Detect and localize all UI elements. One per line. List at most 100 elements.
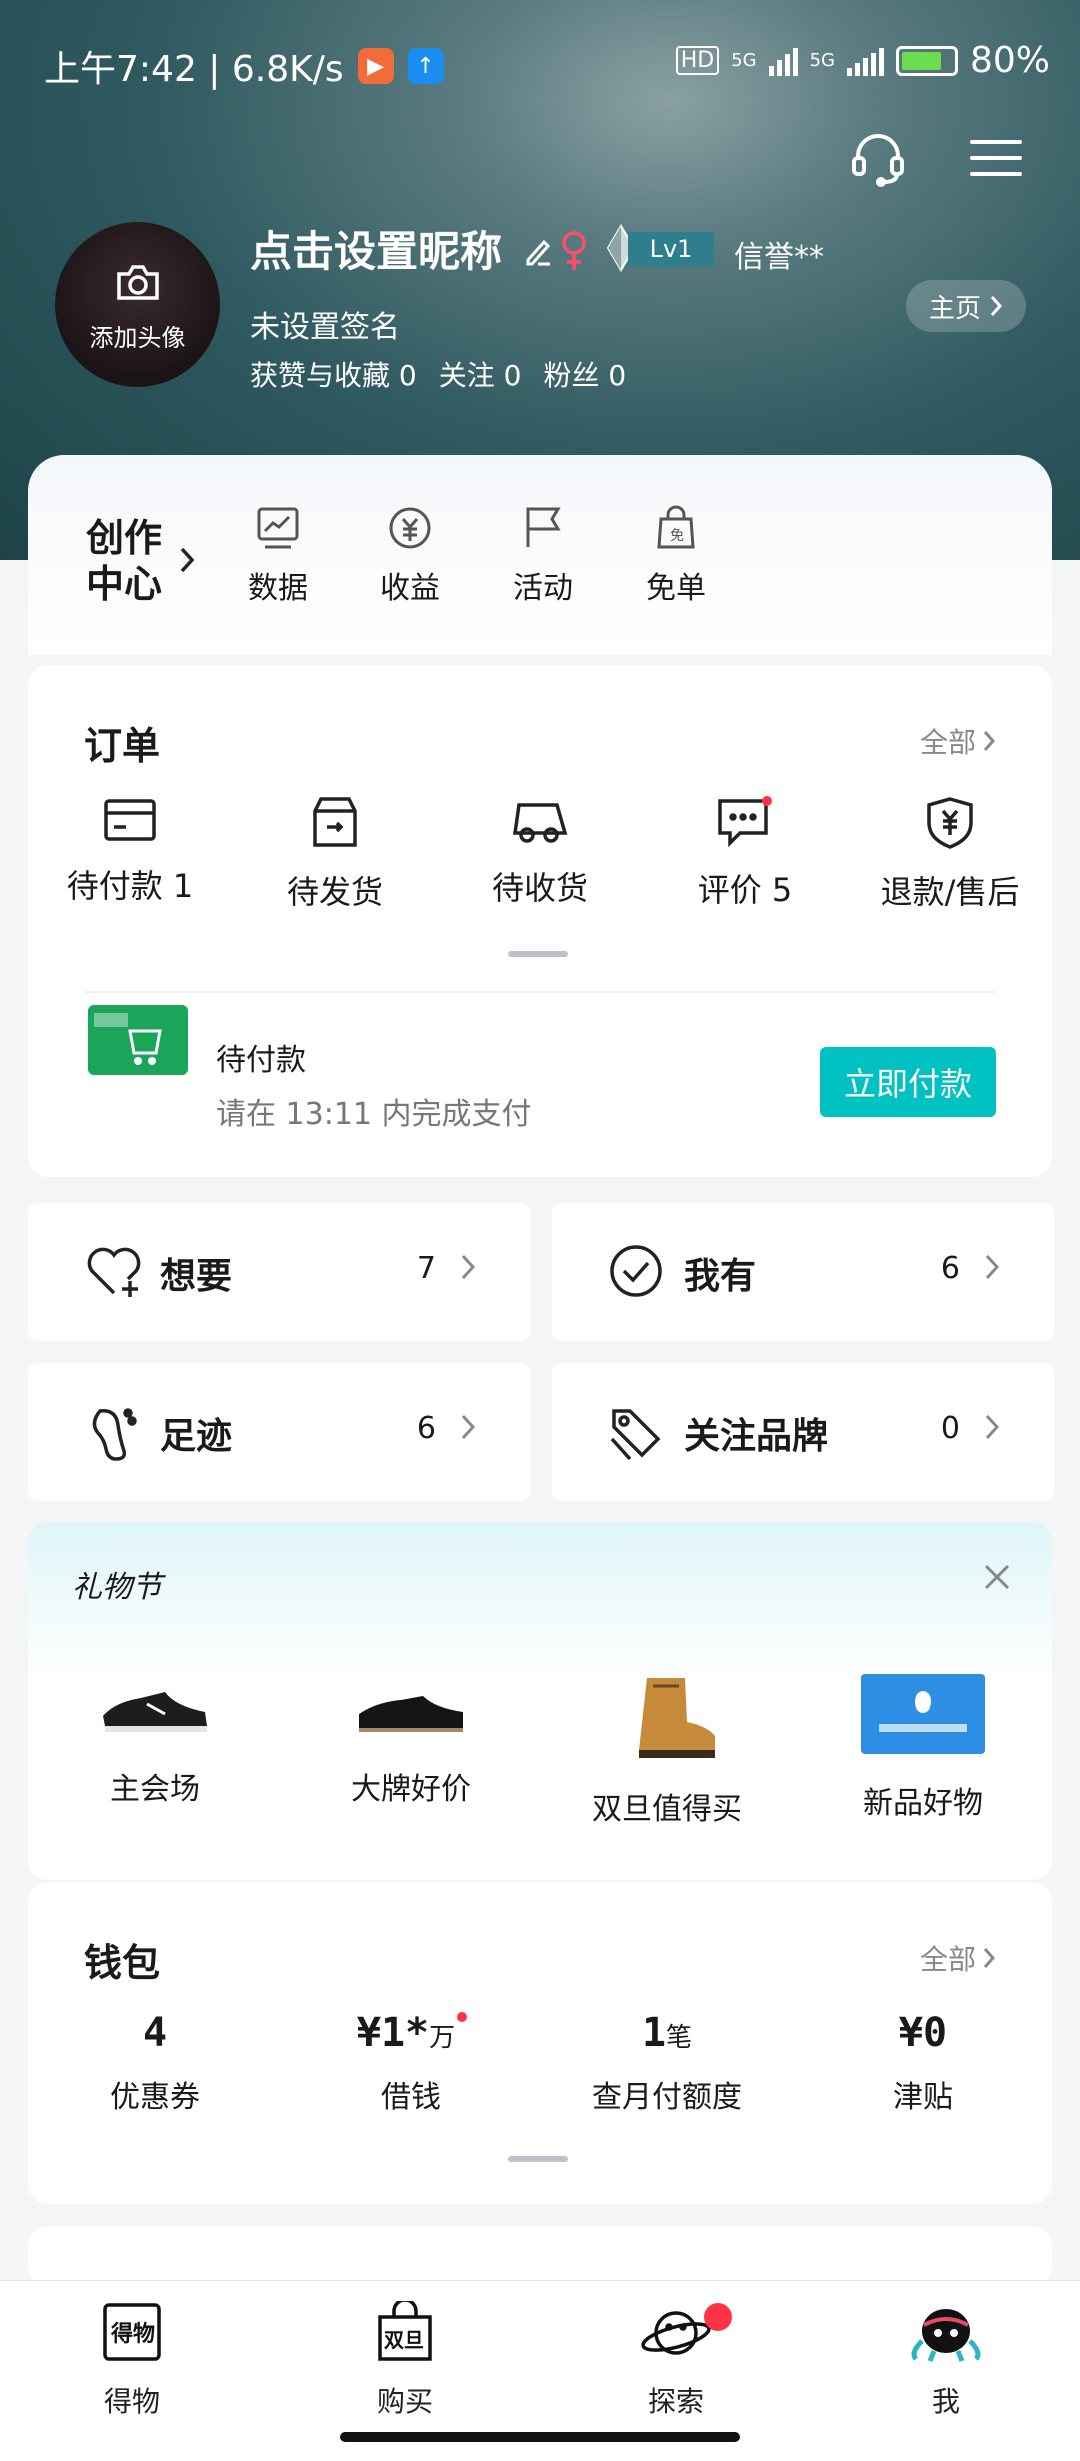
network2-label: 5G — [809, 50, 835, 71]
order-review[interactable]: 评价 5 — [660, 795, 830, 911]
chevron-right-icon — [985, 1414, 1000, 1440]
gift-item-new[interactable]: 新品好物 — [823, 1672, 1023, 1822]
box-icon — [313, 797, 357, 847]
home-button[interactable]: 主页 — [906, 280, 1026, 332]
shortcut-label: 关注品牌 — [684, 1416, 829, 1457]
nickname[interactable]: 点击设置昵称 — [250, 218, 502, 279]
stat-likes[interactable]: 获赞与收藏 0 — [250, 354, 417, 394]
shortcut-brands[interactable]: 关注品牌 0 — [552, 1363, 1054, 1501]
planet-icon — [641, 2311, 711, 2355]
tab-dewu[interactable]: 得物 得物 — [52, 2301, 212, 2420]
order-item-label: 退款/售后 — [880, 873, 1020, 911]
shortcut-count: 6 — [416, 1411, 436, 1446]
orders-title: 订单 — [84, 724, 161, 768]
svg-text:免: 免 — [670, 528, 684, 544]
pending-product-thumbnail[interactable] — [88, 1005, 188, 1075]
wallet-unit: 万 — [429, 2023, 456, 2053]
tab-me[interactable]: 我 — [866, 2301, 1026, 2420]
shopping-bag-icon: 双旦 — [378, 2298, 432, 2361]
shortcut-count: 0 — [940, 1411, 960, 1446]
wallet-label: 津贴 — [893, 2080, 953, 2115]
stat-follow[interactable]: 关注 0 — [439, 354, 522, 394]
shortcut-wishlist[interactable]: 想要 7 — [28, 1203, 530, 1341]
customer-service-icon[interactable] — [848, 128, 908, 188]
close-icon[interactable] — [982, 1562, 1012, 1592]
gift-festival-card: 礼物节 主会场 大牌好价 双旦值得买 新品好物 — [28, 1522, 1052, 1880]
profile-stats: 获赞与收藏 0 关注 0 粉丝 0 — [250, 354, 626, 394]
shield-yuan-icon — [927, 797, 973, 849]
upload-app-icon: ↑ — [407, 48, 444, 84]
truck-icon — [512, 803, 568, 843]
orders-all-label: 全部 — [919, 726, 976, 759]
gift-item-label: 大牌好价 — [351, 1772, 471, 1807]
stat-fans-label: 粉丝 — [543, 359, 600, 392]
black-shoe-image — [359, 1696, 463, 1732]
black-sneaker-image — [103, 1692, 207, 1732]
wallet-value: ¥1* — [356, 2010, 430, 2056]
edit-icon[interactable] — [524, 236, 552, 266]
tab-label: 我 — [931, 2385, 960, 2418]
tab-buy[interactable]: 双旦 购买 — [325, 2298, 485, 2420]
wallet-unit: 笔 — [666, 2023, 693, 2053]
next-section-card — [28, 2226, 1052, 2286]
heart-plus-icon — [87, 1247, 141, 1297]
gift-item-label: 新品好物 — [863, 1786, 983, 1821]
stat-likes-label: 获赞与收藏 — [250, 359, 391, 392]
order-refund[interactable]: 退款/售后 — [865, 795, 1035, 913]
wallet-label: 借钱 — [381, 2080, 441, 2115]
chevron-right-icon — [990, 296, 1003, 316]
tab-explore[interactable]: 探索 — [596, 2301, 756, 2420]
shortcut-label: 我有 — [684, 1256, 757, 1297]
shortcut-footprint[interactable]: 足迹 6 — [28, 1363, 530, 1501]
shopping-cart-icon — [94, 1013, 162, 1065]
chevron-right-icon[interactable] — [178, 545, 196, 575]
shortcut-owned[interactable]: 我有 6 — [552, 1203, 1054, 1341]
svg-text:双旦: 双旦 — [384, 2328, 424, 2352]
wallet-borrow[interactable]: ¥1*万 借钱 — [311, 2010, 511, 2116]
order-pending-payment[interactable]: 待付款 1 — [45, 795, 215, 907]
pay-now-button[interactable]: 立即付款 — [820, 1047, 996, 1117]
status-time-speed: 上午7:42 | 6.8K/s — [44, 49, 344, 90]
creator-item-earnings[interactable]: 收益 — [350, 505, 470, 607]
avatar[interactable]: 添加头像 — [55, 222, 220, 387]
wallet-allowance[interactable]: ¥0 津贴 — [823, 2010, 1023, 2116]
gift-festival-logo: 礼物节 — [72, 1570, 162, 1605]
wallet-all-link[interactable]: 全部 — [920, 1938, 996, 1978]
creator-item-activity[interactable]: 活动 — [483, 505, 603, 607]
order-item-label: 评价 5 — [697, 871, 793, 909]
creator-item-free[interactable]: 免 免单 — [616, 505, 736, 607]
home-button-label: 主页 — [928, 293, 981, 324]
creator-item-label: 免单 — [646, 571, 706, 606]
svg-text:得物: 得物 — [110, 2321, 155, 2347]
home-indicator — [340, 2432, 740, 2442]
stat-fans[interactable]: 粉丝 0 — [544, 354, 627, 394]
signature[interactable]: 未设置签名 — [250, 302, 400, 346]
stat-follow-value: 0 — [503, 359, 522, 392]
add-avatar-label: 添加头像 — [89, 324, 186, 352]
wallet-coupons[interactable]: 4 优惠券 — [55, 2010, 255, 2116]
gift-item-brand-deals[interactable]: 大牌好价 — [311, 1672, 511, 1808]
wallet-monthly-pay[interactable]: 1笔 查月付额度 — [567, 2010, 767, 2116]
order-item-label: 待收货 — [491, 869, 588, 907]
creator-center-title[interactable]: 创作中心 — [86, 515, 166, 607]
stat-follow-label: 关注 — [438, 359, 495, 392]
order-item-label: 待发货 — [286, 873, 383, 911]
shortcut-label: 想要 — [160, 1256, 233, 1297]
order-item-label: 待付款 1 — [66, 867, 194, 905]
creator-item-data[interactable]: 数据 — [218, 505, 338, 607]
tab-label: 探索 — [647, 2385, 704, 2418]
gift-item-holiday[interactable]: 双旦值得买 — [567, 1672, 767, 1828]
order-pending-receipt[interactable]: 待收货 — [455, 795, 625, 909]
wallet-title: 钱包 — [84, 1941, 161, 1985]
orders-all-link[interactable]: 全部 — [920, 721, 996, 761]
credit-label[interactable]: 信誉** — [734, 232, 824, 276]
hd-icon: HD — [675, 46, 720, 75]
gift-item-main[interactable]: 主会场 — [55, 1672, 255, 1808]
shortcut-label: 足迹 — [160, 1416, 233, 1457]
flag-icon — [526, 507, 561, 547]
signal2-icon — [846, 46, 884, 76]
wallet-card-icon — [104, 799, 156, 841]
level-badge: Lv1 — [628, 232, 714, 266]
order-pending-shipment[interactable]: 待发货 — [250, 795, 420, 913]
menu-icon[interactable] — [968, 128, 1024, 188]
